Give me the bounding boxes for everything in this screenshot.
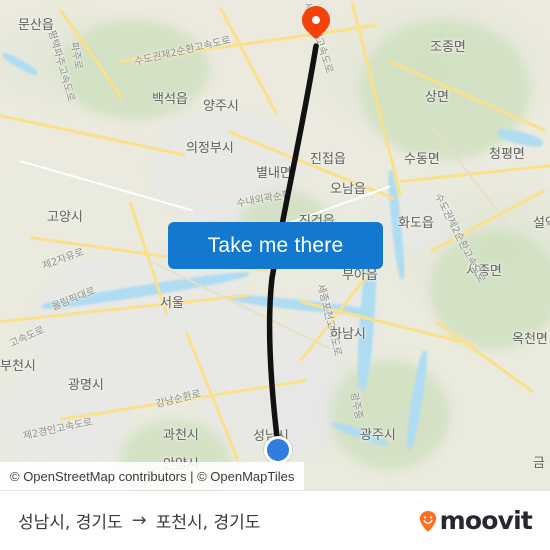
destination-label: 포천시, 경기도	[155, 513, 261, 533]
origin-marker[interactable]	[264, 436, 292, 464]
map-attribution[interactable]: © OpenStreetMap contributors | © OpenMap…	[0, 462, 305, 490]
take-me-there-button[interactable]: Take me there	[168, 222, 383, 269]
footer-bar: 성남시, 경기도 → 포천시, 경기도 moovit	[0, 490, 550, 550]
origin-label: 성남시, 경기도	[18, 513, 123, 533]
moovit-pin-icon	[418, 510, 438, 532]
pin-center-icon	[312, 16, 320, 24]
moovit-logo[interactable]: moovit	[418, 506, 533, 535]
map-canvas[interactable]: 문산읍 평택파주고속도로 파주로 수도권제2순환고속도로 백석읍 양주시 조종면 상면 의정부시…	[0, 0, 550, 490]
route-summary: 성남시, 경기도 → 포천시, 경기도	[18, 508, 260, 533]
arrow-right-icon: →	[131, 510, 147, 531]
destination-marker[interactable]	[302, 6, 330, 46]
moovit-wordmark: moovit	[439, 506, 533, 535]
moovit-map-card: 문산읍 평택파주고속도로 파주로 수도권제2순환고속도로 백석읍 양주시 조종면 상면 의정부시…	[0, 0, 550, 550]
